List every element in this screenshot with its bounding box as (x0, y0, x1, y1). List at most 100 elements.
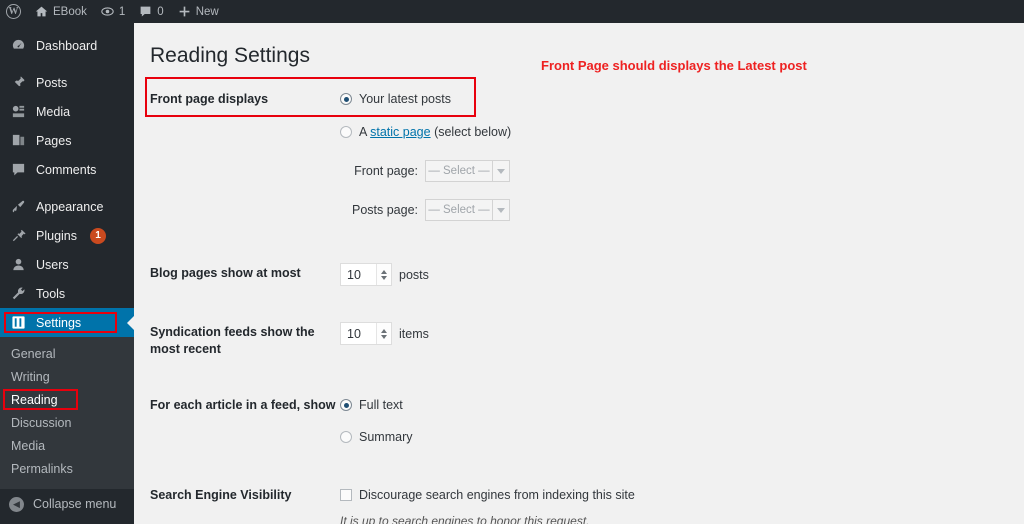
wordpress-logo-menu[interactable]: W (0, 0, 28, 23)
syndication-value: 10 (347, 326, 361, 341)
comment-bubble-icon (9, 162, 27, 177)
spinner-up-icon[interactable] (381, 328, 387, 333)
feed-show-field: Full text Summary (340, 395, 1024, 447)
search-visibility-hint: It is up to search engines to honor this… (340, 514, 590, 524)
sidebar-spacer-top (0, 23, 134, 31)
sidebar-item-tools[interactable]: Tools (0, 279, 134, 308)
pin-icon (9, 75, 27, 90)
feed-show-label: For each article in a feed, show (150, 398, 336, 412)
posts-page-select[interactable]: — Select — (425, 199, 510, 221)
radio-latest-posts[interactable]: Your latest posts (340, 89, 1024, 109)
posts-page-select-label: Posts page: (351, 203, 418, 217)
checkbox-discourage-search-engines[interactable]: Discourage search engines from indexing … (340, 485, 1024, 505)
site-name-label: EBook (53, 5, 87, 18)
blog-pages-unit: posts (399, 267, 429, 282)
sidebar-item-label: Comments (36, 162, 97, 177)
new-content-menu[interactable]: New (171, 0, 226, 23)
new-content-label: New (195, 5, 219, 18)
updates-count: 1 (118, 5, 126, 18)
syndication-row: Syndication feeds show the most recent 1… (150, 322, 1024, 358)
feed-show-row: For each article in a feed, show Full te… (150, 395, 1024, 447)
collapse-menu-button[interactable]: ◀ Collapse menu (0, 489, 134, 519)
front-page-select-label: Front page: (354, 164, 418, 178)
plug-icon (9, 228, 27, 243)
static-suffix-text: (select below) (430, 125, 512, 139)
blog-pages-value: 10 (347, 267, 361, 282)
sidebar-item-label: Plugins (36, 228, 77, 243)
sidebar-item-posts[interactable]: Posts (0, 68, 134, 97)
sidebar-item-label: Settings (36, 315, 82, 330)
static-page-link[interactable]: static page (370, 125, 430, 139)
paintbrush-icon (9, 199, 27, 214)
pages-icon (9, 133, 27, 148)
home-icon (35, 5, 48, 18)
front-page-select-row: Front page: — Select — (340, 160, 1024, 182)
radio-latest-posts-input[interactable] (340, 93, 352, 105)
plus-icon (178, 5, 191, 18)
radio-static-page-input[interactable] (340, 126, 352, 138)
sidebar-item-users[interactable]: Users (0, 250, 134, 279)
sidebar-item-plugins[interactable]: Plugins 1 (0, 221, 134, 250)
front-page-select-value: — Select — (428, 165, 490, 177)
sidebar-item-appearance[interactable]: Appearance (0, 192, 134, 221)
site-name-menu[interactable]: EBook (28, 0, 94, 23)
collapse-menu-label: Collapse menu (33, 497, 117, 511)
chevron-down-icon (492, 161, 509, 181)
sidebar-item-pages[interactable]: Pages (0, 126, 134, 155)
checkbox-discourage-label: Discourage search engines from indexing … (359, 488, 635, 502)
sidebar-item-label: Media (36, 104, 71, 119)
front-page-select[interactable]: — Select — (425, 160, 510, 182)
submenu-item-reading[interactable]: Reading (0, 389, 134, 412)
sidebar-item-dashboard[interactable]: Dashboard (0, 31, 134, 60)
sidebar-item-comments[interactable]: Comments (0, 155, 134, 184)
search-visibility-label: Search Engine Visibility (150, 488, 292, 502)
wordpress-logo-icon: W (6, 4, 21, 19)
radio-summary-label: Summary (359, 430, 413, 444)
spinner-icon[interactable] (376, 323, 391, 344)
checkbox-discourage-input[interactable] (340, 489, 352, 501)
radio-full-text-input[interactable] (340, 399, 352, 411)
blog-pages-label: Blog pages show at most (150, 266, 301, 280)
updates-menu[interactable]: 1 (94, 0, 132, 23)
submenu-item-general[interactable]: General (0, 343, 134, 366)
spinner-down-icon[interactable] (381, 275, 387, 280)
sidebar-item-label: Appearance (36, 199, 104, 214)
posts-page-select-row: Posts page: — Select — (340, 199, 1024, 221)
sidebar-item-label: Dashboard (36, 38, 98, 53)
wrench-icon (9, 286, 27, 301)
submenu-item-permalinks[interactable]: Permalinks (0, 458, 134, 481)
syndication-input[interactable]: 10 (340, 322, 392, 345)
submenu-item-writing[interactable]: Writing (0, 366, 134, 389)
radio-summary-input[interactable] (340, 431, 352, 443)
front-page-displays-label: Front page displays (150, 92, 269, 106)
submenu-item-discussion[interactable]: Discussion (0, 412, 134, 435)
radio-summary[interactable]: Summary (340, 427, 1024, 447)
chevron-left-circle-icon: ◀ (9, 496, 24, 512)
radio-latest-posts-label: Your latest posts (359, 92, 451, 106)
radio-static-page[interactable]: A static page (select below) (340, 122, 1024, 142)
syndication-unit: items (399, 326, 429, 341)
sidebar-item-settings[interactable]: Settings (0, 308, 135, 337)
comment-bubble-icon (139, 5, 152, 18)
posts-page-select-value: — Select — (428, 204, 490, 216)
spinner-down-icon[interactable] (381, 334, 387, 339)
comments-menu[interactable]: 0 (132, 0, 170, 23)
submenu-item-media[interactable]: Media (0, 435, 134, 458)
media-icon (9, 104, 27, 119)
sidebar-item-label: Users (36, 257, 69, 272)
sidebar-item-media[interactable]: Media (0, 97, 134, 126)
chevron-down-icon (492, 200, 509, 220)
blog-pages-input[interactable]: 10 (340, 263, 392, 286)
wordpress-admin-screen: W EBook 1 0 New Dashboard Posts Media Pa… (0, 0, 1024, 524)
updates-icon (101, 5, 114, 18)
syndication-field: 10 items (340, 322, 1024, 345)
spinner-icon[interactable] (376, 264, 391, 285)
comments-count: 0 (157, 5, 164, 18)
blog-pages-field: 10 posts (340, 263, 1024, 286)
radio-full-text[interactable]: Full text (340, 395, 1024, 415)
plugins-update-badge: 1 (90, 227, 106, 244)
sidebar-item-label: Tools (36, 286, 66, 301)
spinner-up-icon[interactable] (381, 269, 387, 274)
front-page-displays-field: Your latest posts A static page (select … (340, 89, 1024, 221)
